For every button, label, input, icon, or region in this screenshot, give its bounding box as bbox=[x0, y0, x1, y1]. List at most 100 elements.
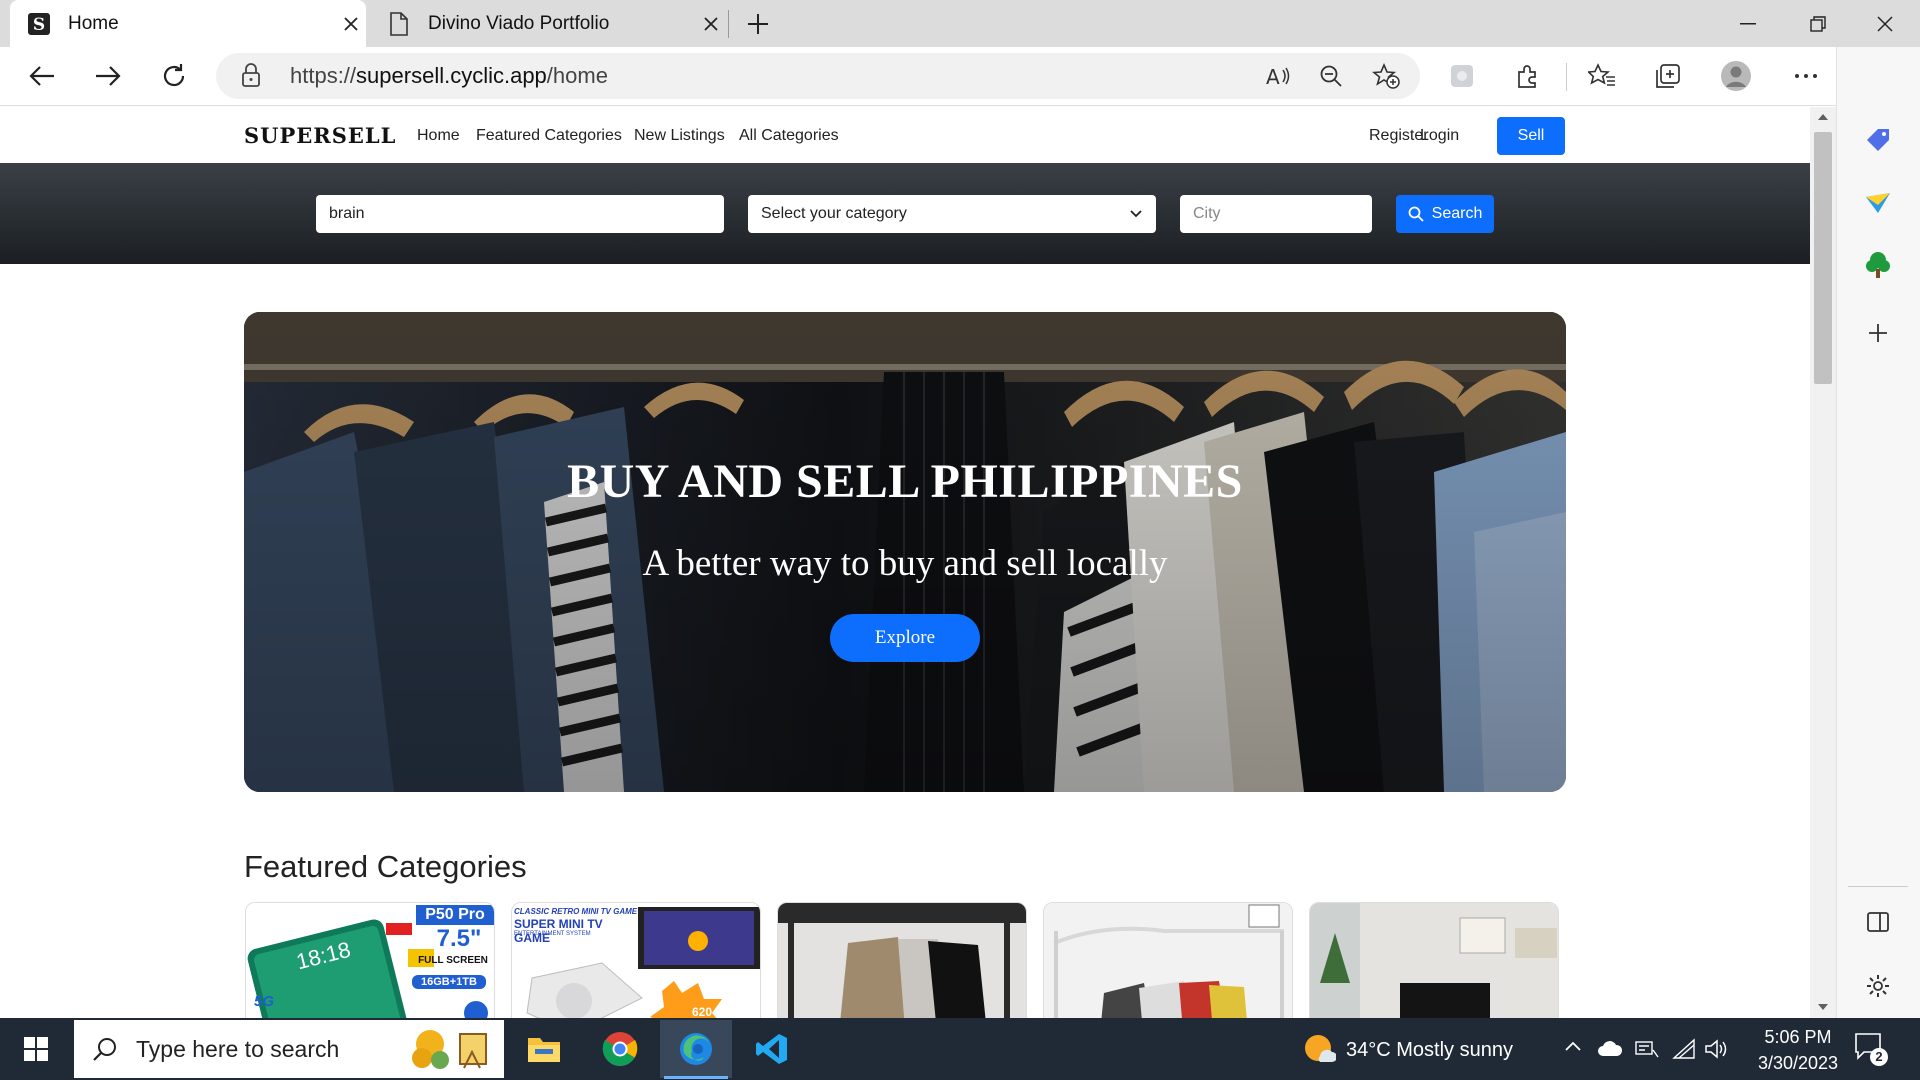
settings-gear-icon[interactable] bbox=[1858, 966, 1898, 1006]
new-tab-button[interactable] bbox=[740, 6, 776, 42]
extension-grid-icon[interactable] bbox=[1442, 56, 1482, 96]
onedrive-cloud-icon[interactable] bbox=[1597, 1039, 1623, 1057]
refresh-button[interactable] bbox=[151, 53, 197, 99]
more-menu-icon[interactable] bbox=[1786, 56, 1826, 96]
close-window-button[interactable] bbox=[1850, 0, 1920, 47]
extensions-icon[interactable] bbox=[1508, 56, 1548, 96]
tree-icon[interactable] bbox=[1858, 245, 1898, 285]
card-screen: FULL SCREEN bbox=[418, 955, 488, 966]
minimize-button[interactable] bbox=[1713, 0, 1783, 47]
split-screen-icon[interactable] bbox=[1858, 902, 1898, 942]
taskbar-search-box[interactable]: Type here to search bbox=[74, 1020, 504, 1078]
search-icon bbox=[93, 1038, 116, 1061]
close-icon bbox=[1877, 15, 1893, 32]
send-icon[interactable] bbox=[1858, 183, 1898, 223]
notification-center-icon[interactable]: 2 bbox=[1854, 1032, 1894, 1068]
sell-button[interactable]: Sell bbox=[1497, 117, 1565, 155]
wifi-icon[interactable] bbox=[1672, 1038, 1696, 1060]
forward-arrow-icon bbox=[96, 66, 121, 86]
taskbar-search-placeholder: Type here to search bbox=[136, 1035, 340, 1062]
start-button[interactable] bbox=[0, 1018, 72, 1080]
url-path: /home bbox=[546, 63, 608, 88]
hero-subtitle: A better way to buy and sell locally bbox=[642, 543, 1168, 584]
card-console-games: 620 games bbox=[691, 1005, 713, 1018]
nav-new-listings[interactable]: New Listings bbox=[634, 127, 725, 145]
close-tab-icon[interactable] bbox=[336, 9, 366, 39]
nav-featured-categories[interactable]: Featured Categories bbox=[476, 127, 622, 145]
chevron-up-icon[interactable] bbox=[1564, 1040, 1582, 1052]
edge-active-indicator bbox=[664, 1076, 728, 1079]
category-card-furniture[interactable] bbox=[1309, 902, 1559, 1018]
close-tab-icon[interactable] bbox=[696, 9, 726, 39]
forward-button[interactable] bbox=[85, 53, 131, 99]
tab-title: Divino Viado Portfolio bbox=[428, 12, 610, 34]
clock[interactable]: 5:06 PM 3/30/2023 bbox=[1748, 1024, 1848, 1076]
search-icon bbox=[1408, 206, 1424, 222]
card-badge: P50 Pro bbox=[425, 906, 485, 923]
svg-text:S: S bbox=[33, 15, 45, 35]
tab-portfolio[interactable]: Divino Viado Portfolio bbox=[376, 0, 726, 47]
zoom-out-icon[interactable] bbox=[1311, 56, 1351, 96]
search-button[interactable]: Search bbox=[1396, 195, 1494, 233]
back-button[interactable] bbox=[19, 53, 65, 99]
collections-icon[interactable] bbox=[1648, 56, 1688, 96]
add-favorite-icon[interactable] bbox=[1366, 56, 1406, 96]
card-size: 7.5" bbox=[436, 925, 482, 952]
speaker-volume-icon[interactable] bbox=[1704, 1038, 1730, 1060]
nav-all-categories[interactable]: All Categories bbox=[739, 127, 839, 145]
shopping-tag-icon[interactable] bbox=[1858, 120, 1898, 160]
city-input[interactable]: City bbox=[1180, 195, 1372, 233]
chrome-icon[interactable] bbox=[584, 1020, 656, 1078]
search-button-label: Search bbox=[1431, 205, 1483, 222]
lock-icon[interactable] bbox=[241, 63, 261, 87]
login-link[interactable]: Login bbox=[1420, 127, 1459, 145]
explore-button[interactable]: Explore bbox=[830, 614, 980, 662]
category-card-phones[interactable]: P50 Pro 7.5" FULL SCREEN 16GB+1TB 18:18 … bbox=[245, 902, 495, 1018]
supersell-favicon-icon: S bbox=[26, 11, 52, 37]
input-indicator-icon[interactable] bbox=[1633, 1038, 1659, 1060]
weather-sun-icon[interactable] bbox=[1302, 1032, 1336, 1066]
vscode-icon[interactable] bbox=[736, 1020, 808, 1078]
category-card-shirts[interactable] bbox=[1043, 902, 1293, 1018]
scroll-up-icon[interactable] bbox=[1816, 112, 1830, 122]
favorites-icon[interactable] bbox=[1582, 56, 1622, 96]
toolbar-divider bbox=[1566, 63, 1567, 91]
category-card-games[interactable]: CLASSIC RETRO MINI TV GAME SUPER MINI TV… bbox=[511, 902, 761, 1018]
shirt-rack-image bbox=[1044, 903, 1292, 1018]
url-host: supersell.cyclic.app bbox=[356, 63, 547, 88]
url-text[interactable]: https://supersell.cyclic.app/home bbox=[290, 62, 608, 90]
svg-text:A: A bbox=[1266, 65, 1280, 87]
card-console-sub: ENTERTAINMENT SYSTEM bbox=[514, 931, 591, 937]
minimize-icon bbox=[1740, 22, 1756, 24]
add-sidebar-icon[interactable] bbox=[1858, 313, 1898, 353]
restore-button[interactable] bbox=[1783, 0, 1853, 47]
coat-rack-image bbox=[778, 903, 1026, 1018]
sidebar-divider bbox=[1848, 886, 1908, 887]
tab-home[interactable]: S Home bbox=[10, 0, 366, 47]
hero-banner: BUY AND SELL PHILIPPINES A better way to… bbox=[244, 312, 1566, 792]
card-storage: 16GB+1TB bbox=[421, 976, 477, 988]
card-console-title: CLASSIC RETRO MINI TV GAME bbox=[514, 907, 638, 916]
tab-title: Home bbox=[68, 12, 119, 34]
keyword-search-input[interactable]: brain bbox=[316, 195, 724, 233]
windows-logo-icon bbox=[24, 1037, 48, 1061]
card-tag: 5G bbox=[254, 993, 275, 1010]
weather-text[interactable]: 34°C Mostly sunny bbox=[1346, 1039, 1513, 1062]
chevron-down-icon bbox=[1130, 210, 1142, 218]
tab-divider bbox=[728, 10, 729, 38]
profile-avatar[interactable] bbox=[1716, 56, 1756, 96]
back-arrow-icon bbox=[29, 66, 54, 86]
edge-icon[interactable] bbox=[660, 1020, 732, 1078]
site-logo[interactable]: SUPERSELL bbox=[244, 123, 396, 148]
scroll-down-icon[interactable] bbox=[1816, 1002, 1830, 1012]
living-room-image bbox=[1310, 903, 1558, 1018]
category-select[interactable]: Select your category bbox=[748, 195, 1156, 233]
restore-icon bbox=[1810, 15, 1826, 32]
scrollbar-thumb[interactable] bbox=[1814, 132, 1832, 384]
category-card-coats[interactable] bbox=[777, 902, 1027, 1018]
read-aloud-icon[interactable]: A bbox=[1258, 56, 1298, 96]
notification-count-badge: 2 bbox=[1870, 1048, 1888, 1066]
featured-categories-heading: Featured Categories bbox=[244, 849, 527, 884]
nav-home[interactable]: Home bbox=[417, 127, 460, 145]
file-explorer-icon[interactable] bbox=[508, 1020, 580, 1078]
